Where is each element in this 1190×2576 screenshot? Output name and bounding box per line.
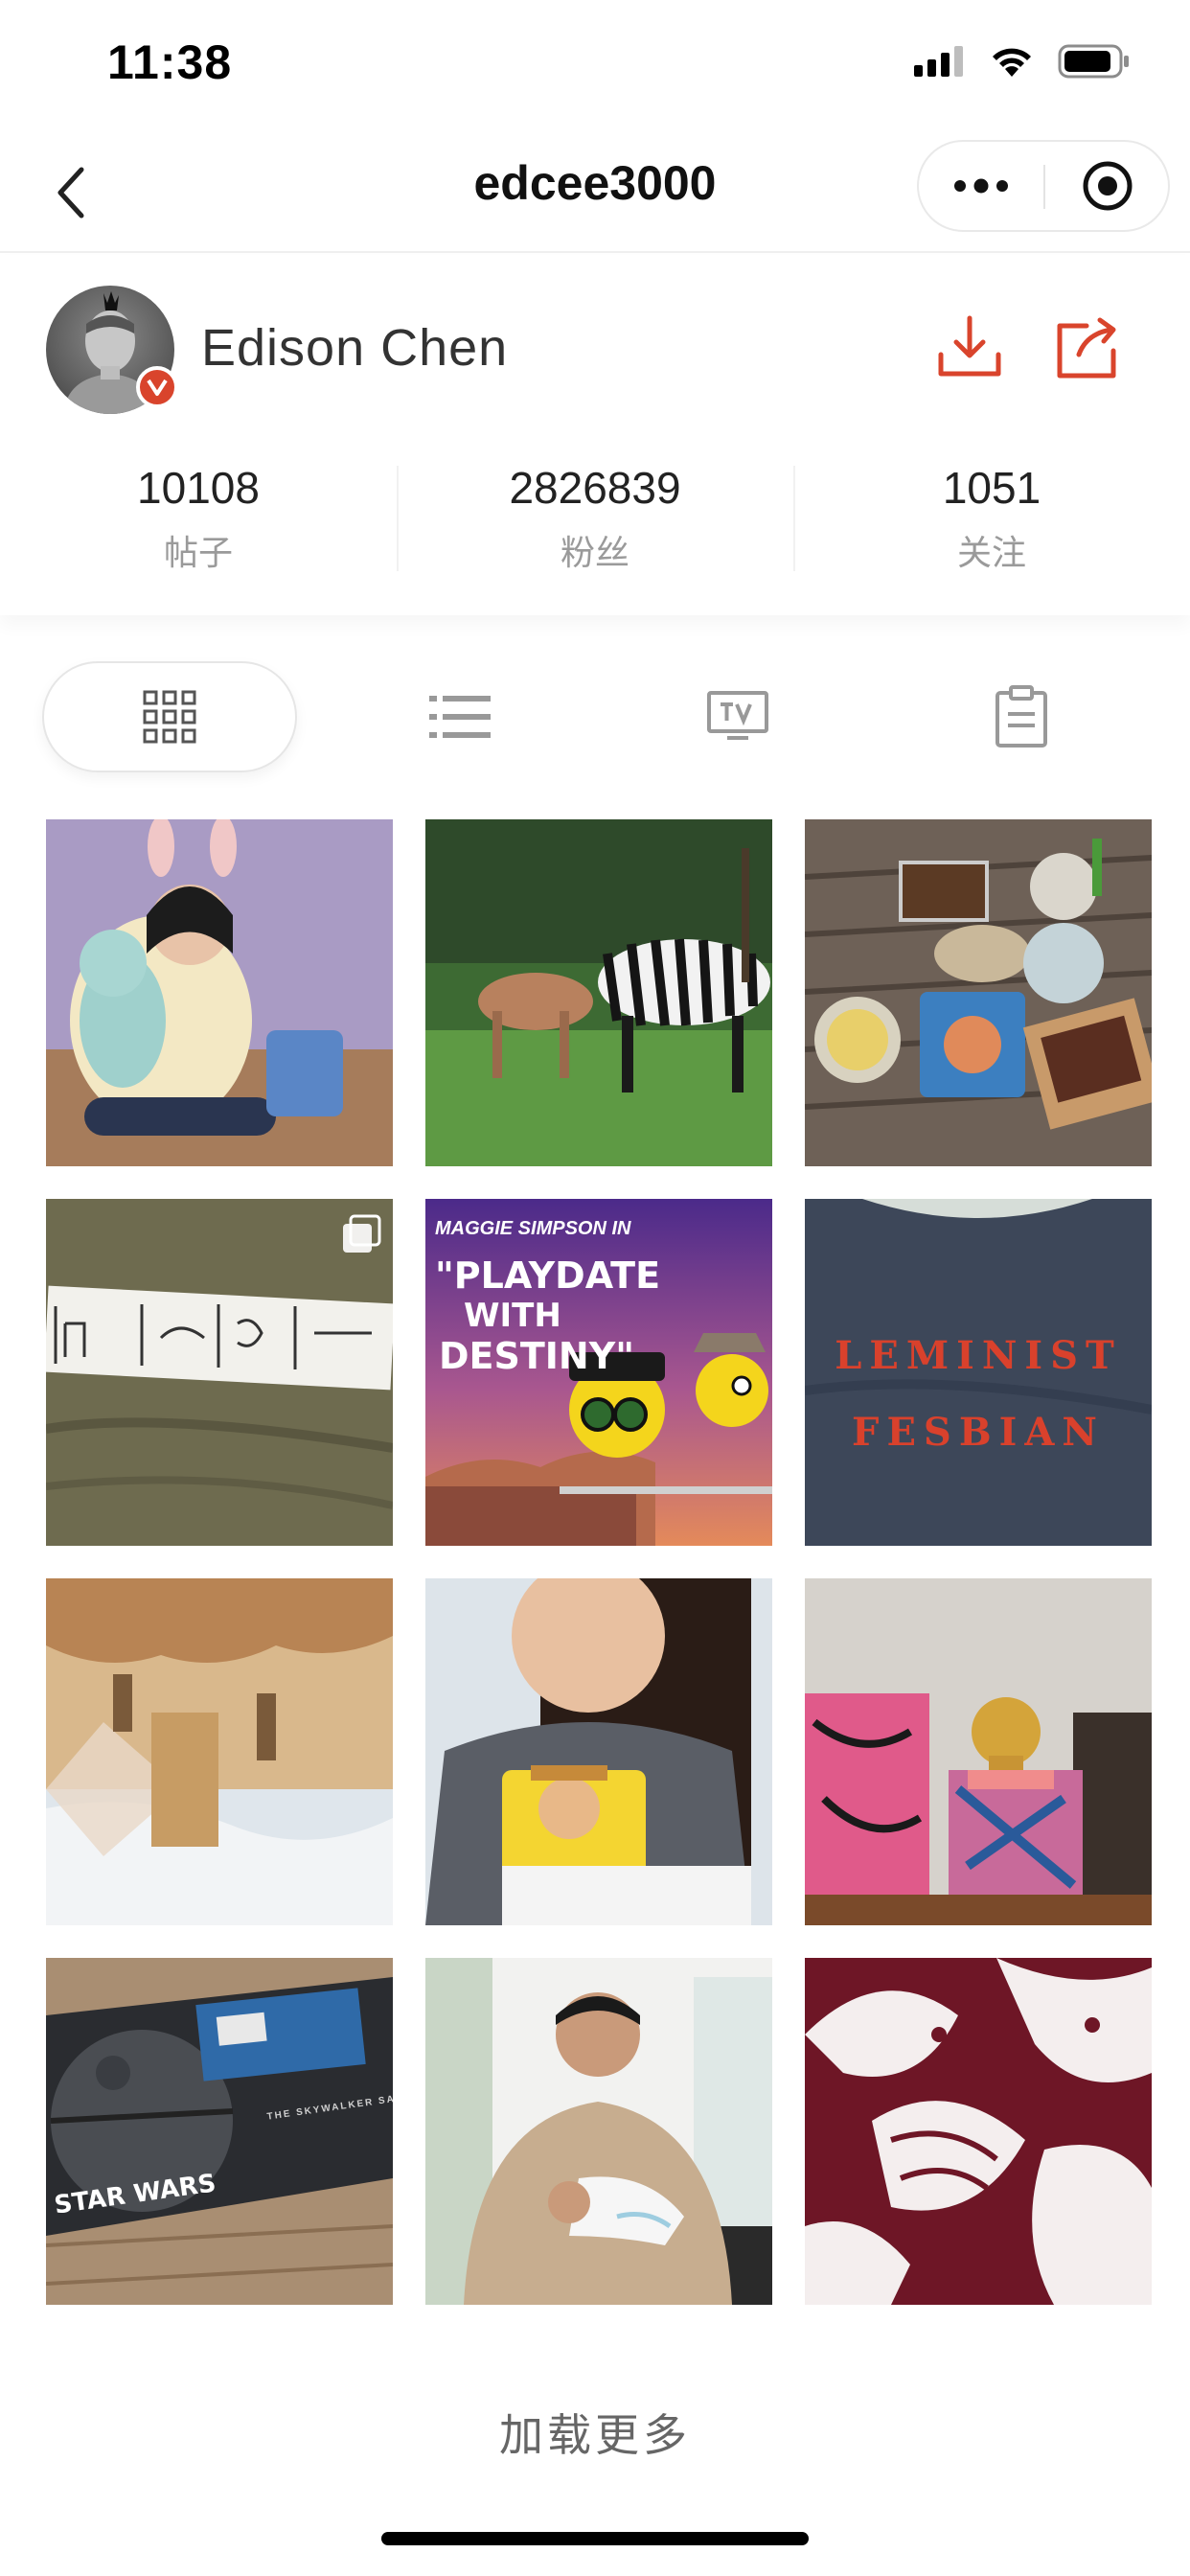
profile-name: Edison Chen — [201, 319, 509, 377]
post-thumbnail — [46, 1578, 393, 1925]
post-tile-upside-down[interactable] — [46, 1578, 393, 1925]
post-thumbnail — [46, 1958, 393, 2305]
post-thumbnail — [805, 1958, 1152, 2305]
battery-icon — [1058, 44, 1129, 79]
grid-icon — [143, 690, 196, 744]
post-thumbnail — [805, 819, 1152, 1166]
post-tile-star-wars[interactable]: STAR WARS THE SKYWALKER SAGA — [46, 1958, 393, 2305]
post-thumbnail — [425, 1578, 772, 1925]
post-tile-olive-shirt[interactable] — [46, 1199, 393, 1546]
poster-subtitle: MAGGIE SIMPSON IN — [435, 1218, 631, 1239]
post-thumbnail — [46, 819, 393, 1166]
close-mini-program-button[interactable] — [1045, 142, 1170, 230]
shirt-text-line2: FESBIAN — [852, 1410, 1105, 1455]
post-grid: MAGGIE SIMPSON IN "PLAYDATE WITH DESTINY… — [46, 819, 1153, 2305]
stat-following[interactable]: 1051 关注 — [793, 456, 1190, 581]
status-bar: 11:38 — [0, 0, 1190, 126]
stat-value: 10108 — [137, 463, 260, 513]
stat-followers[interactable]: 2826839 粉丝 — [397, 456, 793, 581]
post-tile-maggie-poster[interactable]: MAGGIE SIMPSON IN "PLAYDATE WITH DESTINY… — [425, 1199, 772, 1546]
profile-header: Edison Chen 10108 帖子 2826839 粉丝 1051 关注 — [0, 255, 1190, 615]
stat-value: 1051 — [942, 463, 1041, 513]
share-icon — [1057, 317, 1116, 379]
verified-badge-icon — [136, 366, 178, 408]
stat-value: 2826839 — [509, 463, 681, 513]
multi-image-icon — [343, 1214, 381, 1253]
screen: 11:38 edcee3000 Edison Chen 10108 帖子 282… — [0, 0, 1190, 2576]
mini-program-capsule — [917, 140, 1170, 232]
post-tile-zebras[interactable] — [425, 819, 772, 1166]
poster-title-line1: "PLAYDATE — [435, 1254, 661, 1297]
clipboard-icon — [995, 685, 1047, 748]
tv-icon — [707, 691, 768, 740]
post-tile-art-skull[interactable] — [805, 1578, 1152, 1925]
more-button[interactable] — [919, 142, 1043, 230]
post-tile-child-bunny[interactable] — [46, 819, 393, 1166]
cellular-signal-icon — [914, 46, 963, 77]
shirt-text-line1: LEMINIST — [835, 1333, 1122, 1378]
post-tile-food-table[interactable] — [805, 819, 1152, 1166]
stat-label: 关注 — [956, 534, 1026, 573]
wifi-icon — [993, 48, 1031, 77]
stat-label: 帖子 — [163, 534, 233, 573]
poster-title-line2: WITH — [464, 1297, 561, 1335]
view-tabs — [0, 661, 1190, 776]
tab-list[interactable] — [402, 661, 517, 772]
post-tile-navy-shirt[interactable]: LEMINIST FESBIAN — [805, 1199, 1152, 1546]
post-tile-child-toy-shirt[interactable] — [425, 1578, 772, 1925]
post-thumbnail — [805, 1578, 1152, 1925]
home-indicator — [381, 2532, 809, 2545]
stat-posts[interactable]: 10108 帖子 — [0, 456, 397, 581]
list-icon — [429, 696, 491, 738]
post-thumbnail — [425, 1958, 772, 2305]
post-tile-man-sneaker[interactable] — [425, 1958, 772, 2305]
stat-label: 粉丝 — [560, 534, 629, 573]
nav-bar: edcee3000 — [0, 126, 1190, 253]
status-time: 11:38 — [107, 35, 233, 89]
download-button[interactable] — [931, 309, 1008, 385]
share-button[interactable] — [1048, 309, 1125, 385]
post-tile-maroon-print[interactable] — [805, 1958, 1152, 2305]
download-icon — [938, 315, 1001, 377]
tab-tv[interactable] — [680, 661, 795, 772]
tab-grid[interactable] — [42, 661, 297, 772]
target-icon — [1083, 161, 1133, 211]
status-icons — [914, 44, 1131, 79]
profile-stats: 10108 帖子 2826839 粉丝 1051 关注 — [0, 456, 1190, 581]
more-dots-icon — [954, 178, 1008, 194]
post-thumbnail — [425, 819, 772, 1166]
poster-title-line3: DESTINY" — [439, 1335, 635, 1377]
tab-clipboard[interactable] — [964, 661, 1079, 772]
load-more-button[interactable]: 加载更多 — [0, 2401, 1190, 2464]
